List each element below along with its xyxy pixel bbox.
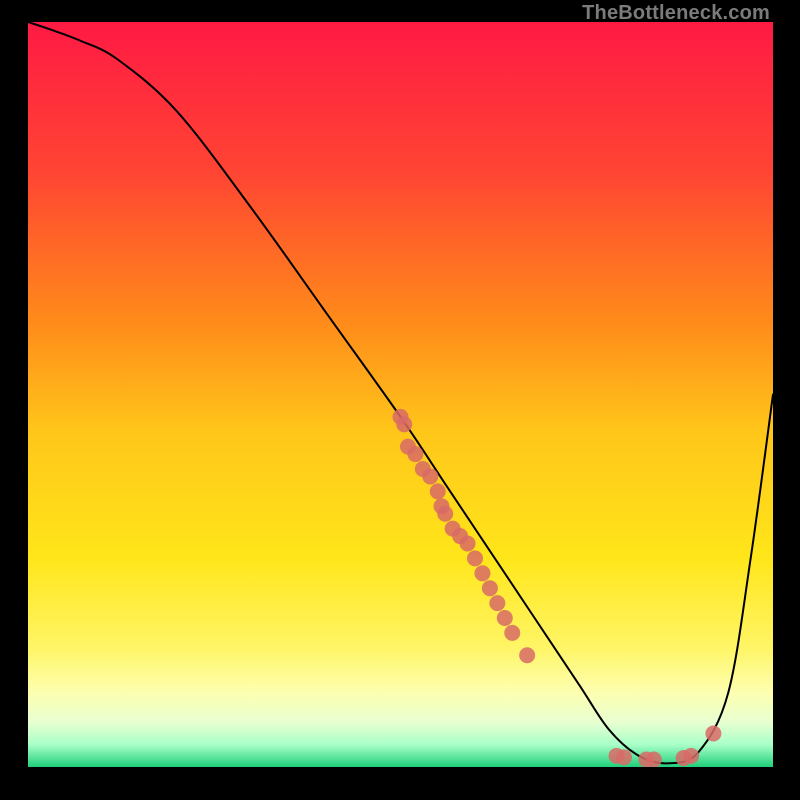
curve-layer [28,22,773,767]
curve-marker [705,725,721,741]
curve-marker [467,550,483,566]
curve-marker [407,446,423,462]
chart-stage: TheBottleneck.com [0,0,800,800]
curve-marker [489,595,505,611]
curve-marker [422,468,438,484]
curve-marker [482,580,498,596]
plot-area [28,22,773,773]
curve-marker [504,625,520,641]
curve-marker [646,752,662,767]
curve-marker [396,416,412,432]
curve-marker [683,748,699,764]
curve-marker [437,506,453,522]
curve-marker [616,749,632,765]
curve-marker [497,610,513,626]
bottleneck-curve [28,22,773,763]
curve-marker [460,535,476,551]
curve-markers [392,409,721,767]
curve-marker [474,565,490,581]
curve-marker [519,647,535,663]
curve-marker [430,483,446,499]
attribution-text: TheBottleneck.com [582,2,770,25]
